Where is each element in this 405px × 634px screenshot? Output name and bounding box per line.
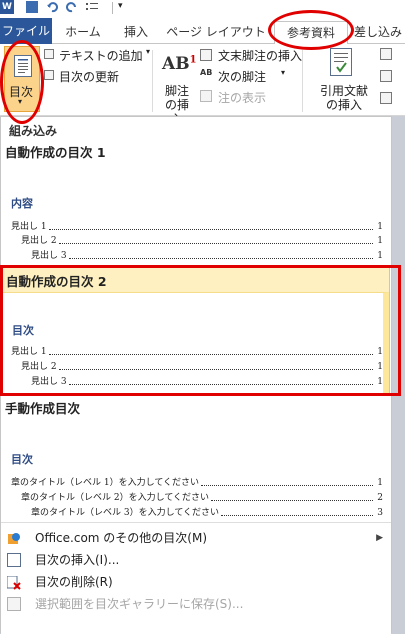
add-text-button[interactable]: テキストの追加 bbox=[59, 47, 143, 64]
ribbon-references: 目次 ▾ テキストの追加 ▾ 目次の更新 AB1 脚注の挿入 文末脚注の挿入 A… bbox=[0, 44, 405, 126]
menu-item-remove-toc[interactable]: 目次の削除(R) bbox=[1, 571, 391, 593]
show-notes-button[interactable]: 注の表示 bbox=[218, 89, 266, 106]
citation-icon bbox=[330, 48, 352, 76]
manual-toc-title: 手動作成目次 bbox=[5, 401, 81, 416]
insert-citation-button[interactable]: 引用文献の挿入 bbox=[315, 84, 373, 112]
manage-sources-icon bbox=[380, 48, 392, 60]
undo-icon[interactable] bbox=[46, 1, 58, 13]
annotation-ellipse-references bbox=[268, 10, 354, 50]
toc-entry: 章のタイトル（レベル 3）を入力してください 3 bbox=[31, 508, 383, 518]
update-toc-icon bbox=[44, 70, 54, 80]
insert-endnote-button[interactable]: 文末脚注の挿入 bbox=[218, 47, 302, 64]
office-icon bbox=[7, 531, 21, 545]
endnote-icon bbox=[200, 49, 212, 61]
update-toc-button[interactable]: 目次の更新 bbox=[59, 68, 119, 85]
customize-qat-icon[interactable]: ▾ bbox=[118, 1, 130, 13]
toc-entry: 章のタイトル（レベル 1）を入力してください 1 bbox=[11, 478, 383, 488]
menu-item-more-toc[interactable]: Office.com のその他の目次(M) ▶ bbox=[1, 527, 391, 549]
toc-entry: 見出し 11 bbox=[11, 222, 383, 232]
add-text-icon bbox=[44, 49, 54, 59]
toc-entry: 見出し 21 bbox=[21, 236, 383, 246]
chevron-down-icon: ▾ bbox=[281, 68, 286, 77]
list-icon[interactable] bbox=[86, 1, 98, 13]
next-footnote-icon: AB bbox=[200, 68, 213, 77]
chevron-right-icon: ▶ bbox=[376, 533, 383, 543]
next-footnote-button[interactable]: 次の脚注 bbox=[218, 68, 266, 85]
style-icon bbox=[380, 70, 392, 82]
toc-entry: 章のタイトル（レベル 2）を入力してください 2 bbox=[21, 493, 383, 503]
save-gallery-icon bbox=[7, 597, 21, 611]
save-icon[interactable] bbox=[26, 1, 38, 13]
toc-menu: Office.com のその他の目次(M) ▶ 目次の挿入(I)... 目次の削… bbox=[1, 522, 391, 634]
menu-item-insert-toc[interactable]: 目次の挿入(I)... bbox=[1, 549, 391, 571]
footnote-icon: AB1 bbox=[162, 54, 197, 74]
auto-toc-1-heading: 内容 bbox=[11, 197, 33, 210]
tab-mailings[interactable]: 差し込み bbox=[354, 21, 405, 43]
quick-access-toolbar: W ▾ bbox=[0, 0, 405, 18]
auto-toc-1-title: 自動作成の目次 1 bbox=[5, 145, 106, 160]
tab-home[interactable]: ホーム bbox=[58, 21, 108, 43]
section-builtin-heading: 組み込み bbox=[9, 124, 58, 138]
bibliography-icon bbox=[380, 92, 392, 104]
menu-item-save-selection[interactable]: 選択範囲を目次ギャラリーに保存(S)... bbox=[1, 593, 391, 615]
word-app-icon: W bbox=[0, 0, 14, 14]
toc-doc-icon bbox=[7, 553, 21, 567]
annotation-rect-auto-toc-2 bbox=[0, 265, 401, 396]
tab-insert[interactable]: 挿入 bbox=[114, 21, 158, 43]
manual-toc-heading: 目次 bbox=[11, 453, 33, 466]
show-notes-icon bbox=[200, 90, 212, 102]
chevron-down-icon: ▾ bbox=[146, 47, 151, 56]
tab-page-layout[interactable]: ページ レイアウト bbox=[166, 21, 266, 43]
remove-toc-icon bbox=[6, 575, 21, 590]
annotation-ellipse-toc bbox=[0, 40, 44, 124]
redo-icon[interactable] bbox=[66, 1, 78, 13]
toc-entry: 見出し 31 bbox=[31, 251, 383, 261]
